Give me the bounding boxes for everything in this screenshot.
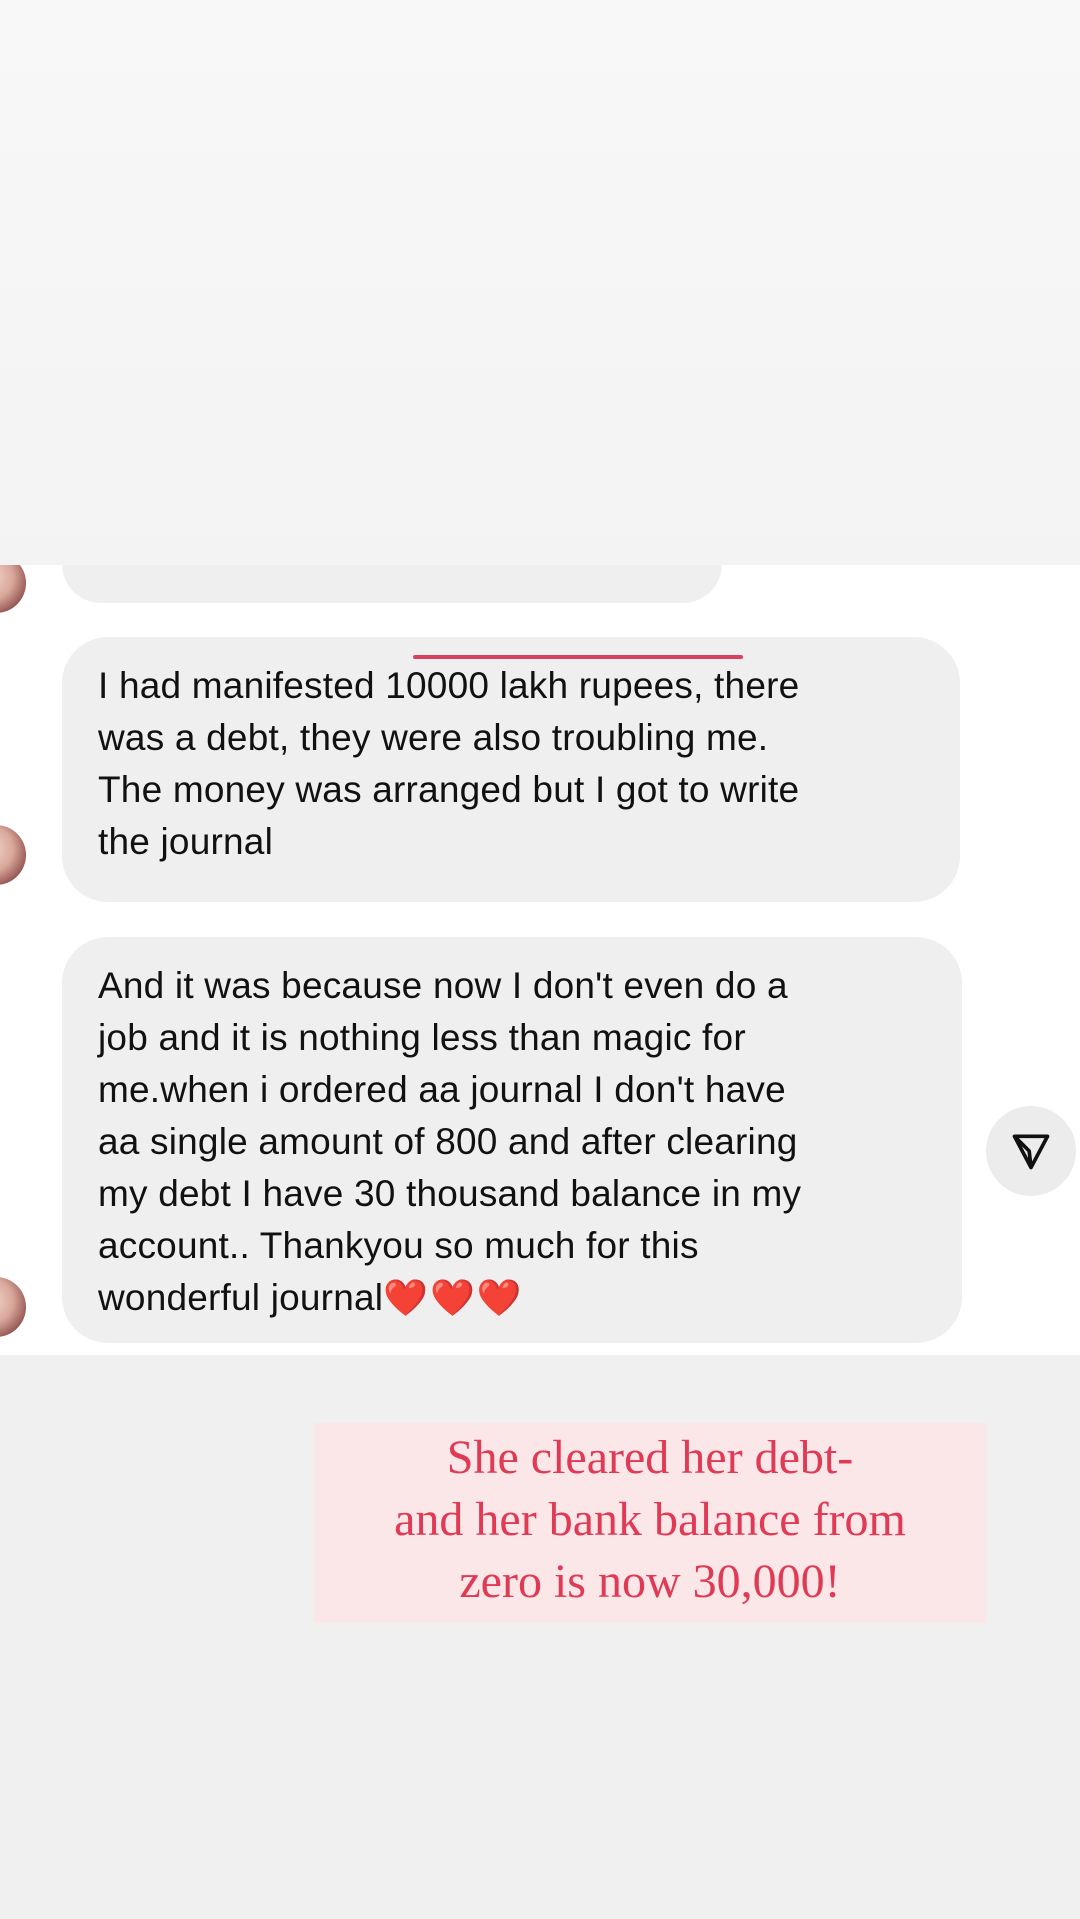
message-line: was a debt, they were also troubling me. bbox=[98, 717, 769, 758]
message-line: wonderful journal❤️❤️❤️ bbox=[98, 1272, 922, 1325]
avatar[interactable] bbox=[0, 1277, 26, 1337]
share-button[interactable] bbox=[986, 1106, 1076, 1196]
avatar[interactable] bbox=[0, 825, 26, 885]
message-line: I had manifested 10000 lakh rupees, ther… bbox=[98, 665, 800, 706]
message-line: The money was arranged but I got to writ… bbox=[98, 769, 800, 810]
message-line: account.. Thankyou so much for this bbox=[98, 1225, 699, 1266]
caption-line: She cleared her debt- bbox=[446, 1431, 854, 1484]
message-line: the journal bbox=[98, 821, 273, 862]
message-line: aa single amount of 800 and after cleari… bbox=[98, 1121, 798, 1162]
caption-line: zero is now 30,000! bbox=[459, 1555, 841, 1608]
message-line: my debt I have 30 thousand balance in my bbox=[98, 1173, 802, 1214]
message-line: job and it is nothing less than magic fo… bbox=[98, 1017, 746, 1058]
caption-text-box: She cleared her debt- and her bank balan… bbox=[314, 1423, 986, 1623]
caption-line: and her bank balance from bbox=[394, 1493, 906, 1546]
message-bubble[interactable]: And it was because now I don't even do a… bbox=[62, 937, 962, 1343]
chat-thread: I had manifested 10000 lakh rupees, ther… bbox=[0, 565, 1080, 1355]
message-bubble-previous bbox=[62, 565, 722, 603]
message-line: And it was because now I don't even do a bbox=[98, 965, 788, 1006]
highlight-underline bbox=[413, 655, 743, 659]
avatar[interactable] bbox=[0, 565, 26, 613]
heart-emoji-icon: ❤️❤️❤️ bbox=[383, 1278, 524, 1319]
message-line-text: wonderful journal bbox=[98, 1277, 384, 1318]
message-line: me.when i ordered aa journal I don't hav… bbox=[98, 1069, 786, 1110]
share-paper-plane-icon bbox=[1012, 1134, 1050, 1170]
blank-top-area bbox=[0, 0, 1080, 565]
message-bubble[interactable]: I had manifested 10000 lakh rupees, ther… bbox=[62, 637, 960, 902]
